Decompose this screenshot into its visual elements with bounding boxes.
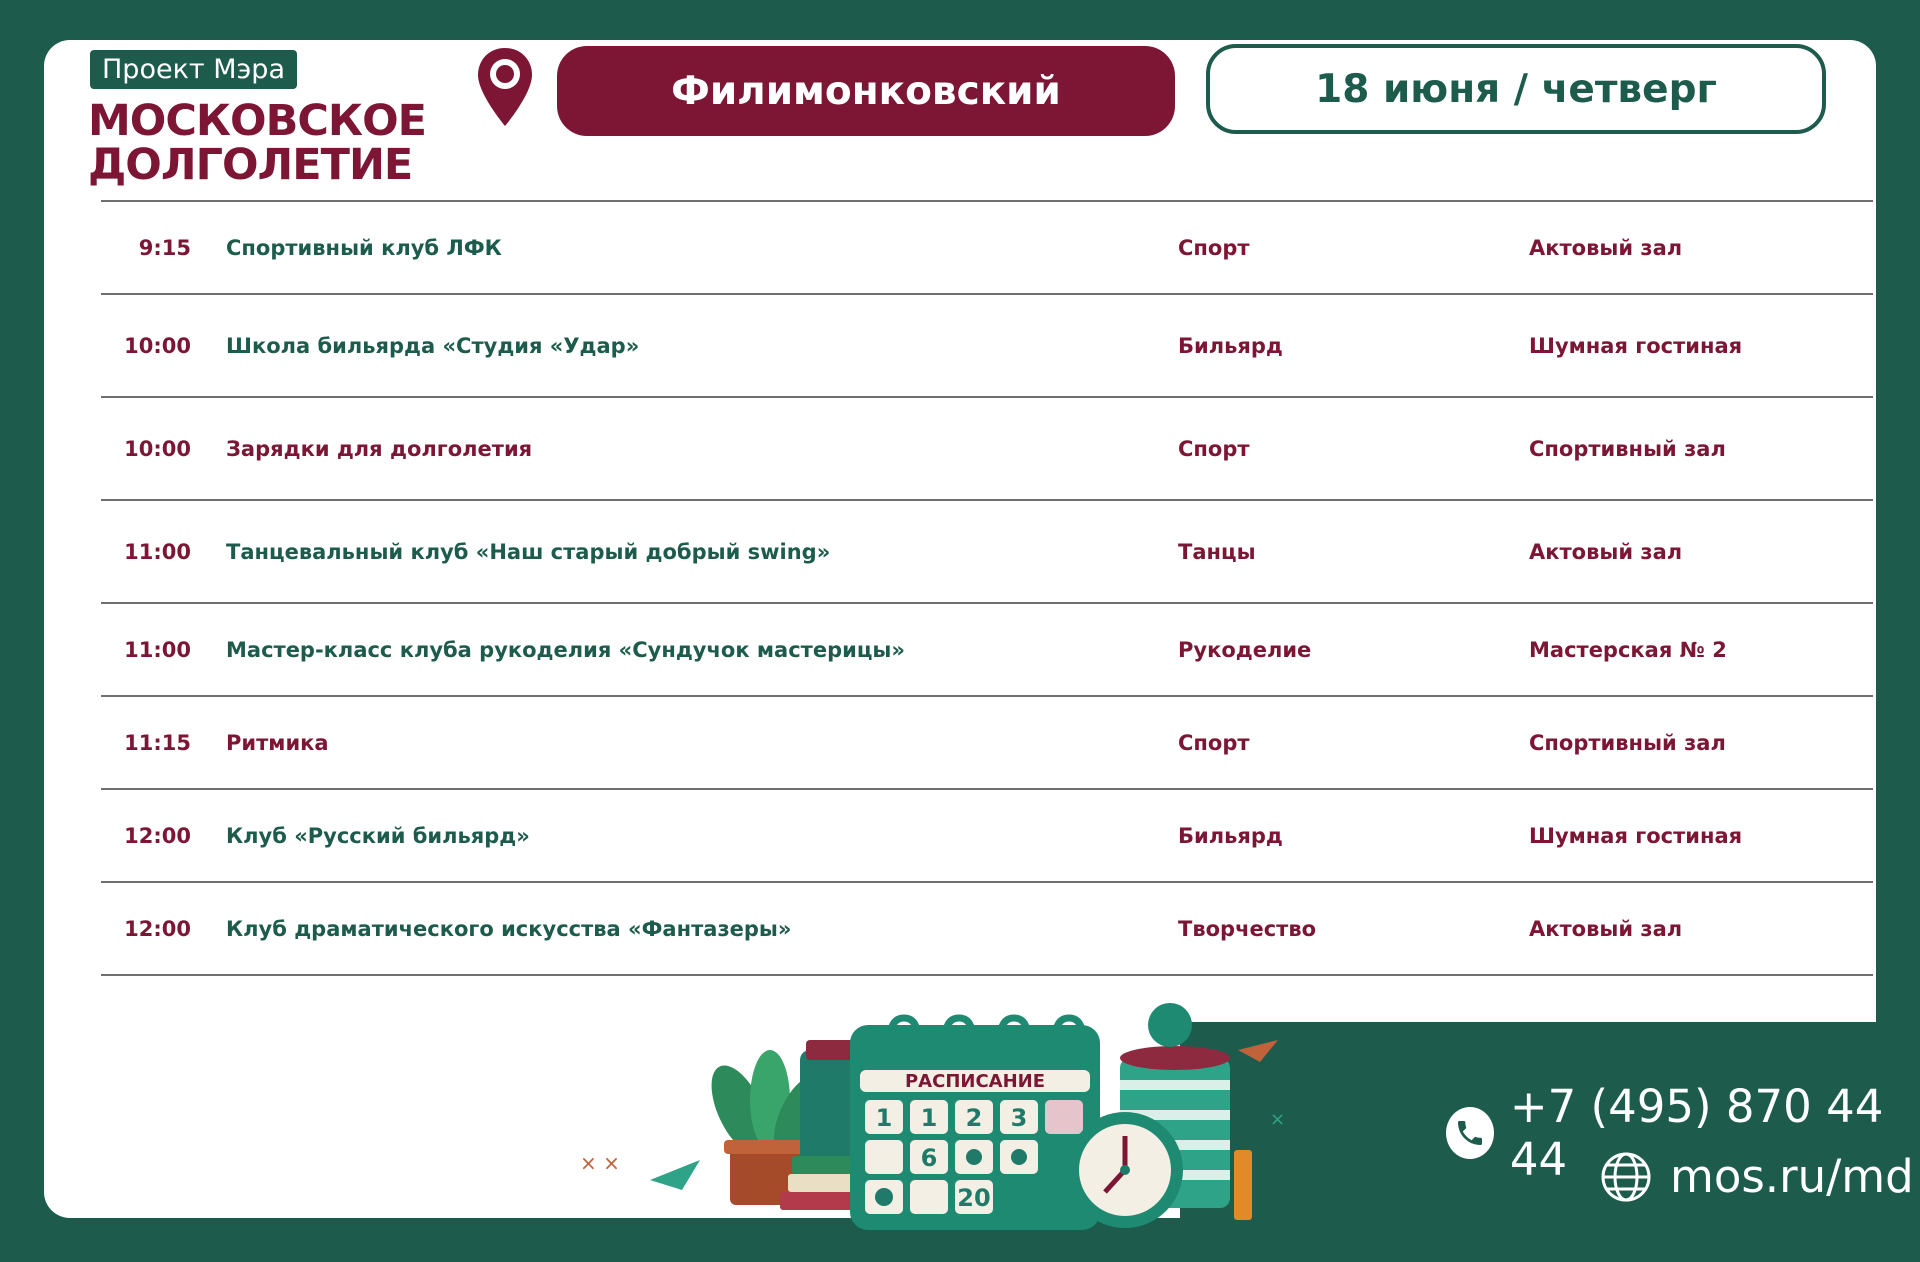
event-place: Спортивный зал bbox=[1529, 730, 1726, 755]
table-row: 10:00 Зарядки для долголетия Спорт Спорт… bbox=[101, 396, 1873, 499]
event-place: Актовый зал bbox=[1529, 539, 1683, 564]
event-place: Мастерская № 2 bbox=[1529, 637, 1727, 662]
event-time: 10:00 bbox=[124, 333, 191, 358]
event-time: 11:15 bbox=[124, 730, 191, 755]
table-row: 12:00 Клуб драматического искусства «Фан… bbox=[101, 881, 1873, 976]
table-row: 11:00 Мастер-класс клуба рукоделия «Сунд… bbox=[101, 602, 1873, 695]
right-edge-band bbox=[1876, 0, 1920, 1262]
event-time: 9:15 bbox=[138, 235, 191, 260]
website-link[interactable]: mos.ru/md bbox=[1670, 1150, 1914, 1203]
svg-text:×: × bbox=[1270, 1109, 1285, 1130]
event-category: Спорт bbox=[1178, 730, 1250, 755]
event-title: Школа бильярда «Студия «Удар» bbox=[226, 333, 640, 358]
table-row: 10:00 Школа бильярда «Студия «Удар» Биль… bbox=[101, 293, 1873, 396]
event-category: Спорт bbox=[1178, 235, 1250, 260]
date-label: 18 июня / четверг bbox=[1206, 44, 1826, 134]
table-row: 11:00 Танцевальный клуб «Наш старый добр… bbox=[101, 499, 1873, 602]
event-category: Бильярд bbox=[1178, 333, 1283, 358]
event-place: Актовый зал bbox=[1529, 916, 1683, 941]
logo-title-line2: ДОЛГОЛЕТИЕ bbox=[88, 140, 413, 190]
event-title: Клуб драматического искусства «Фантазеры… bbox=[226, 916, 792, 941]
logo-title-line1: МОСКОВСКОЕ bbox=[88, 96, 427, 146]
paper-plane-icon bbox=[650, 1160, 700, 1190]
globe-icon bbox=[1601, 1152, 1651, 1201]
event-time: 12:00 bbox=[124, 823, 191, 848]
contact-website[interactable]: mos.ru/md bbox=[1600, 1150, 1914, 1203]
calendar-number: 20 bbox=[957, 1184, 990, 1212]
calendar-number: 3 bbox=[1011, 1104, 1028, 1132]
calendar-number: 1 bbox=[876, 1104, 893, 1132]
event-category: Рукоделие bbox=[1178, 637, 1312, 662]
event-time: 11:00 bbox=[124, 539, 191, 564]
event-title: Танцевальный клуб «Наш старый добрый swi… bbox=[226, 539, 831, 564]
calendar-number: 1 bbox=[921, 1104, 938, 1132]
event-category: Спорт bbox=[1178, 436, 1250, 461]
event-title: Ритмика bbox=[226, 730, 329, 755]
calendar-icon: РАСПИСАНИЕ 1 1 2 3 6 20 bbox=[850, 1014, 1100, 1230]
paper-plane-icon bbox=[1238, 1040, 1278, 1062]
project-badge: Проект Мэра bbox=[90, 50, 297, 89]
schedule-illustration: РАСПИСАНИЕ 1 1 2 3 6 20 × × × bbox=[580, 1003, 1285, 1230]
event-place: Шумная гостиная bbox=[1529, 823, 1743, 848]
event-place: Актовый зал bbox=[1529, 235, 1683, 260]
pencil-icon bbox=[1234, 1150, 1252, 1220]
calendar-number: 6 bbox=[921, 1144, 938, 1172]
event-title: Клуб «Русский бильярд» bbox=[226, 823, 530, 848]
phone-icon bbox=[1446, 1107, 1494, 1159]
event-title: Мастер-класс клуба рукоделия «Сундучок м… bbox=[226, 637, 905, 662]
table-row: 12:00 Клуб «Русский бильярд» Бильярд Шум… bbox=[101, 788, 1873, 881]
schedule-table: 9:15 Спортивный клуб ЛФК Спорт Актовый з… bbox=[101, 200, 1873, 976]
clock-icon bbox=[1067, 1112, 1183, 1228]
district-name: Филимонковский bbox=[557, 46, 1175, 136]
event-category: Танцы bbox=[1178, 539, 1256, 564]
event-place: Спортивный зал bbox=[1529, 436, 1726, 461]
table-row: 11:15 Ритмика Спорт Спортивный зал bbox=[101, 695, 1873, 788]
event-place: Шумная гостиная bbox=[1529, 333, 1743, 358]
event-time: 11:00 bbox=[124, 637, 191, 662]
event-title: Зарядки для долголетия bbox=[226, 436, 533, 461]
event-category: Бильярд bbox=[1178, 823, 1283, 848]
location-pin-icon bbox=[478, 48, 532, 126]
event-time: 10:00 bbox=[124, 436, 191, 461]
svg-text:× ×: × × bbox=[580, 1151, 620, 1175]
calendar-number: 2 bbox=[966, 1104, 983, 1132]
event-title: Спортивный клуб ЛФК bbox=[226, 235, 502, 260]
event-category: Творчество bbox=[1178, 916, 1317, 941]
event-time: 12:00 bbox=[124, 916, 191, 941]
table-row: 9:15 Спортивный клуб ЛФК Спорт Актовый з… bbox=[101, 200, 1873, 293]
calendar-label: РАСПИСАНИЕ bbox=[905, 1071, 1045, 1092]
globe-decor-icon bbox=[1148, 1003, 1192, 1047]
